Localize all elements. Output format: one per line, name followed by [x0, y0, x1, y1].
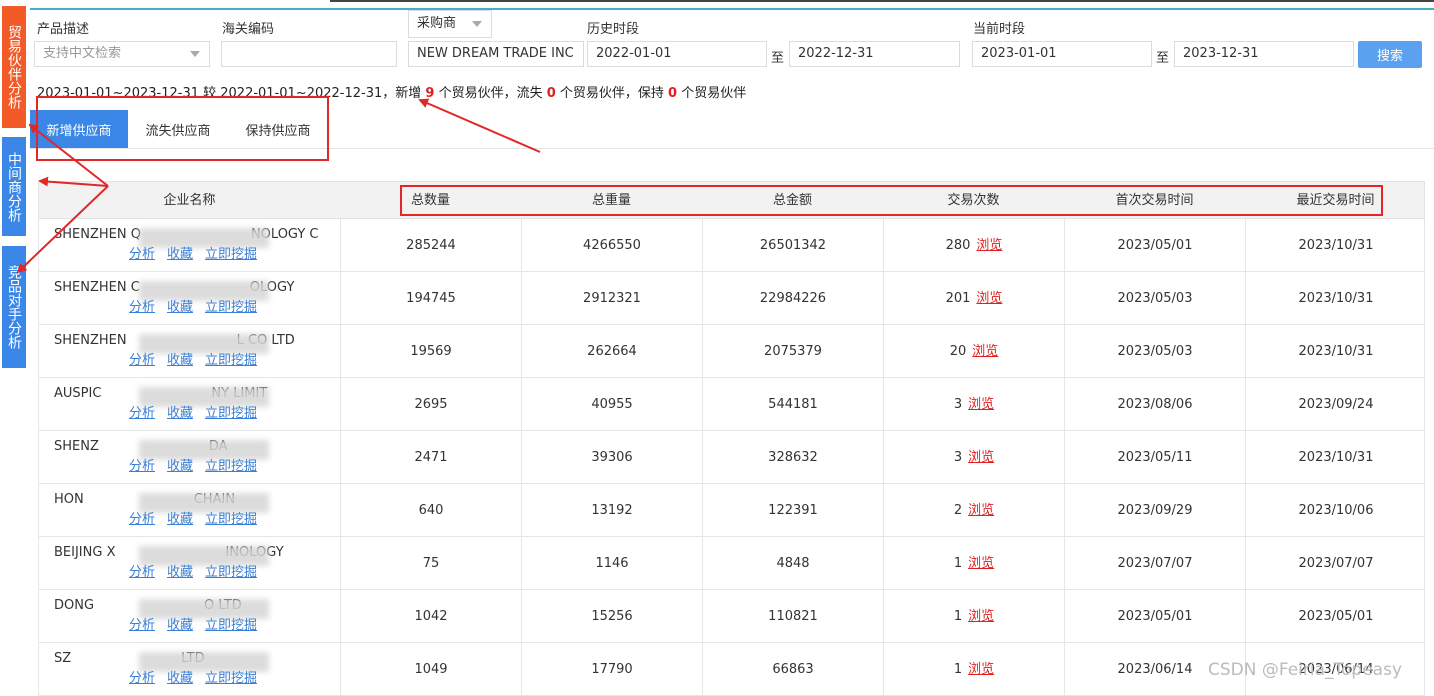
watermark: CSDN @Feiria_Topeasy — [1208, 660, 1403, 680]
arrow-to-summary — [418, 98, 541, 153]
arrow-to-trade-partner-tab — [28, 123, 109, 187]
annotation-arrows — [16, 98, 541, 274]
arrow-to-competitor-tab — [16, 185, 109, 274]
arrow-to-intermediary-tab — [38, 176, 109, 187]
